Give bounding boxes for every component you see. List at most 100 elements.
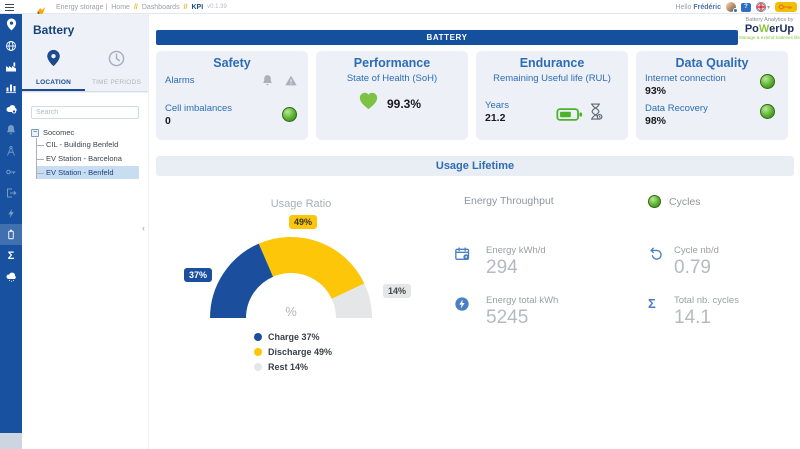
status-led-green [760,104,775,119]
tree-item-cil-benfeld[interactable]: CIL - Building Benfeld [37,138,139,151]
version-label: v0.1.39 [207,4,227,10]
cloud-settings-icon [5,103,18,115]
language-selector[interactable]: ▾ [756,2,770,12]
total-cycles-label: Total nb. cycles [674,295,800,306]
heart-icon [358,91,379,110]
sidebar-item-key[interactable] [0,161,22,182]
hamburger-menu-icon[interactable] [5,4,14,11]
energy-kwhd-label: Energy kWh/d [486,245,624,256]
panel-collapse-chevron[interactable]: ‹ [142,223,145,233]
sidebar-item-sigma[interactable]: Σ [0,245,22,266]
sidebar-item-logout[interactable] [0,182,22,203]
charge-badge: 37% [184,268,212,282]
energy-per-day-icon [454,246,471,262]
tab-time-periods[interactable]: TIME PERIODS [85,75,148,91]
internet-connection-label: Internet connection [645,73,726,84]
location-pin-icon [46,49,61,67]
branding-tagline: Manage & extend batteries life [738,35,800,40]
tab-location-icon-button[interactable] [22,43,85,73]
key-icon [778,3,794,11]
logout-key-button[interactable] [775,2,797,12]
soh-subtitle: State of Health (SoH) [316,73,468,84]
tree-collapse-icon[interactable]: − [31,129,39,137]
data-recovery-label: Data Recovery [645,103,708,114]
cycle-nbd-value: 0.79 [674,257,800,279]
avatar[interactable] [726,2,736,12]
gauge-title: Usage Ratio [176,198,426,210]
rest-badge: 14% [383,284,411,298]
sidebar-item-globe[interactable] [0,35,22,56]
uk-flag-icon [756,2,766,12]
sidebar-item-charts[interactable] [0,77,22,98]
main-content: BATTERY Battery Analytics by PoWerUp Man… [148,14,800,449]
internet-connection-value: 93% [645,85,666,97]
sidebar-item-power[interactable] [0,203,22,224]
tab-location[interactable]: LOCATION [22,75,85,91]
gauge-legend: Charge 37% Discharge 49% Rest 14% [254,332,332,377]
sidebar-item-cloud-settings[interactable] [0,98,22,119]
key-icon [5,166,17,178]
rul-subtitle: Remaining Useful life (RUL) [476,73,628,84]
card-title: Endurance [476,56,628,70]
breadcrumb-separator: // [184,4,188,11]
battery-section-header: BATTERY [156,30,738,45]
avatar-badge [733,8,738,13]
breadcrumb: Energy storage | Home // Dashboards // K… [56,0,227,14]
breadcrumb-separator: // [134,4,138,11]
sidebar-item-compass[interactable] [0,140,22,161]
usage-lifetime-header: Usage Lifetime [156,156,794,176]
cell-imbalances-value: 0 [165,115,171,127]
help-bubble-icon[interactable]: ? [741,3,751,12]
breadcrumb-home[interactable]: Home [111,4,130,11]
legend-label: Discharge 49% [268,347,332,357]
battery-icon [5,228,17,241]
sidebar-item-alerts[interactable] [0,119,22,140]
hourglass-clock-icon [588,102,603,121]
tree-item-ev-benfeld[interactable]: EV Station - Benfeld [37,166,139,179]
card-data-quality: Data Quality Internet connection 93% Dat… [636,51,788,140]
discharge-badge: 49% [289,215,317,229]
cloud-snow-icon [5,271,18,283]
card-title: Performance [316,56,468,70]
legend-dot-charge [254,333,262,341]
battery-charged-icon [556,107,583,122]
cycle-history-icon [648,246,663,261]
energy-total-label: Energy total kWh [486,295,624,306]
search-input[interactable] [31,106,139,119]
legend-label: Charge 37% [268,332,320,342]
topbar-user-area: Hello Frédéric ? ▾ [675,0,797,14]
sidebar-item-location[interactable] [0,14,22,35]
card-title: Safety [156,56,308,70]
status-led-green [282,107,297,122]
years-label: Years [485,100,509,111]
breadcrumb-dashboards[interactable]: Dashboards [142,4,180,11]
lightning-icon [6,208,17,219]
total-cycles-value: 14.1 [674,307,800,329]
alarm-bell-icon [261,74,274,87]
user-name: Frédéric [693,4,721,11]
data-recovery-value: 98% [645,115,666,127]
tab-time-periods-icon-button[interactable] [85,43,148,73]
powerup-logo: PoWerUp [738,23,800,35]
breadcrumb-app[interactable]: Energy storage | [56,4,107,11]
usage-ratio-gauge: Usage Ratio 49% 37% 14% % Charge 37% Dis… [176,190,426,400]
energy-kwhd-value: 294 [486,257,624,279]
gauge-center-label: % [209,304,373,319]
tree-root-socomec[interactable]: − Socomec [31,128,139,137]
tree-item-ev-barcelona[interactable]: EV Station - Barcelona [37,152,139,165]
cycles-stats: Cycles Cycle nb/d 0.79 Σ Total nb. cycle… [648,195,701,208]
topbar: Energy storage | Home // Dashboards // K… [0,0,800,14]
energy-throughput-header: Energy Throughput [454,195,554,207]
breadcrumb-current-kpi[interactable]: KPI [191,4,203,11]
sidebar-item-factory[interactable] [0,56,22,77]
tree-root-label: Socomec [43,128,74,137]
energy-throughput-stats: Energy Throughput Energy kWh/d 294 Energ… [454,195,554,207]
logout-arrow-icon [5,187,17,199]
sidebar-item-weather[interactable] [0,266,22,287]
chevron-down-icon: ▾ [767,4,770,11]
location-pin-icon [6,18,17,31]
sidebar-item-battery[interactable] [0,224,22,245]
legend-dot-rest [254,363,262,371]
sidebar-scrollbar[interactable] [0,433,22,449]
greeting: Hello Frédéric [675,4,721,11]
